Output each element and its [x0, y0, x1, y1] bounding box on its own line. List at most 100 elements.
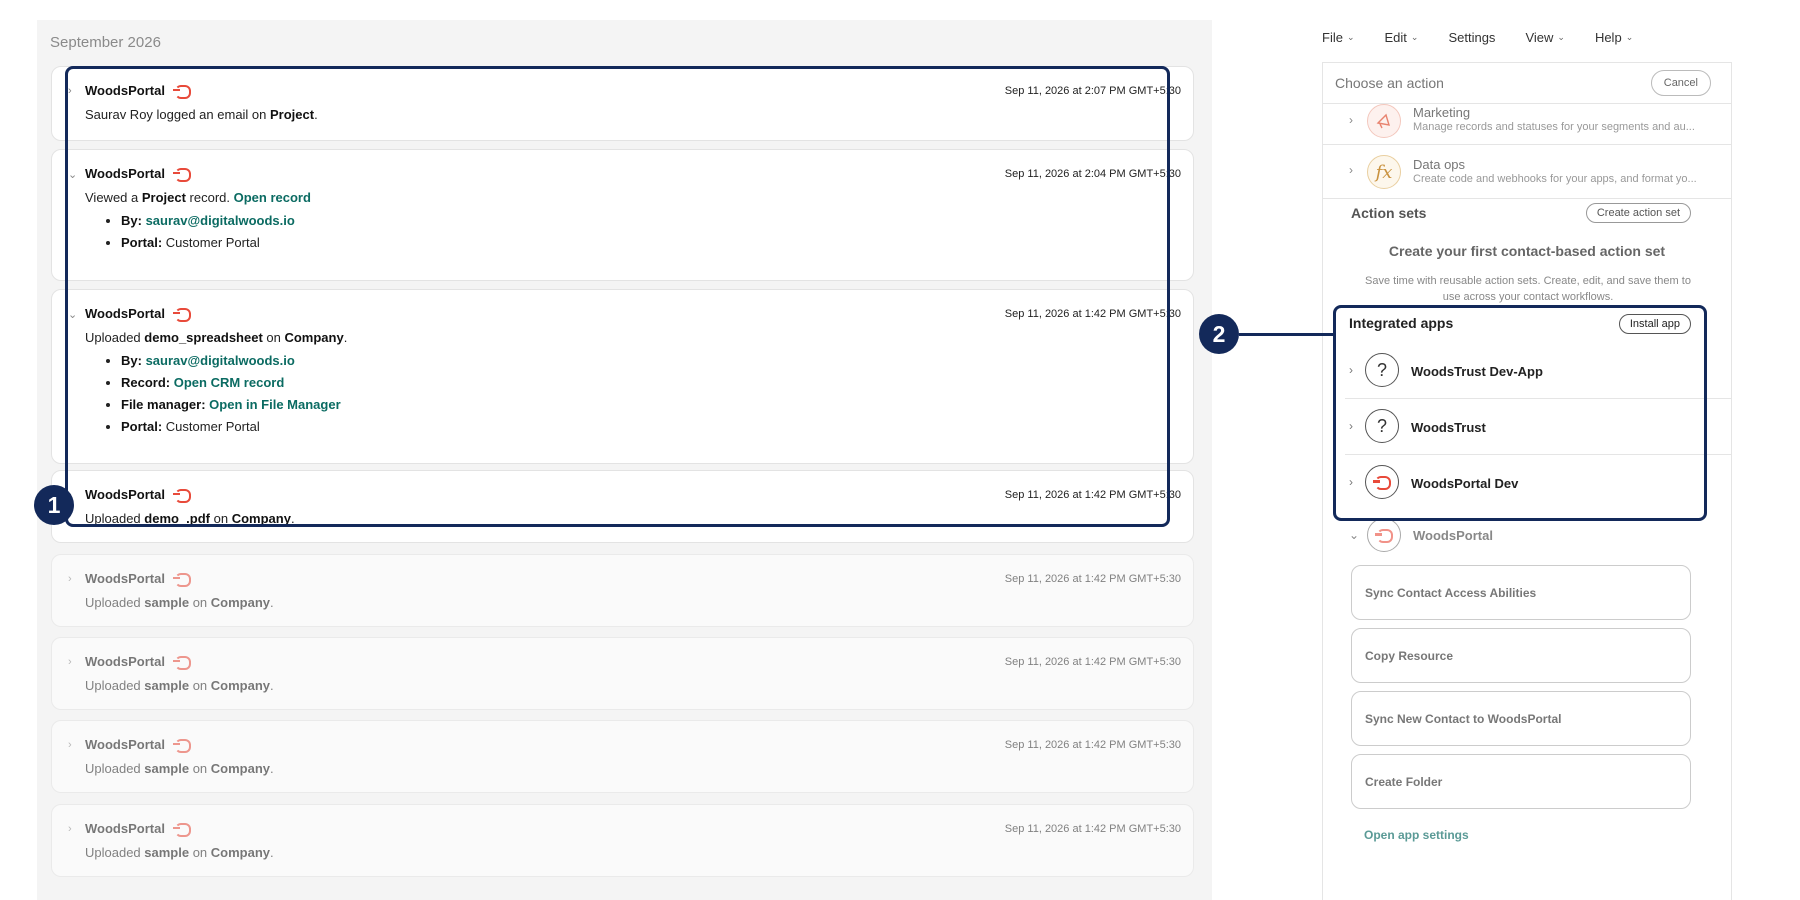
- woodsportal-icon: [172, 167, 191, 182]
- card-summary: Uploaded sample on Company.: [85, 761, 274, 776]
- empty-state-description: Save time with reusable action sets. Cre…: [1365, 275, 1691, 303]
- card-title: WoodsPortal: [85, 83, 191, 99]
- callout-badge-2: 2: [1199, 314, 1239, 354]
- activity-card[interactable]: ⌄ WoodsPortal Sep 11, 2026 at 2:04 PM GMT+…: [51, 149, 1194, 281]
- chevron-down-icon: ⌄: [1349, 528, 1360, 542]
- detail-label: By:: [121, 213, 142, 228]
- chevron-right-icon[interactable]: ›: [68, 656, 72, 668]
- summary-text: Company: [231, 511, 291, 526]
- chevron-right-icon[interactable]: ›: [68, 739, 72, 751]
- menu-file[interactable]: File ⌄: [1322, 30, 1355, 45]
- chevron-down-icon: ⌄: [1410, 32, 1419, 42]
- chevron-right-icon: ›: [1349, 475, 1353, 489]
- detail-list: By: saurav@digitalwoods.io Portal: Custom…: [121, 213, 311, 250]
- woodsportal-icon: [172, 822, 191, 837]
- detail-label: Record:: [121, 375, 171, 390]
- open-record-link[interactable]: Open record: [234, 190, 311, 205]
- question-icon: ?: [1365, 409, 1399, 443]
- detail-label: Portal:: [121, 419, 163, 434]
- action-label: Copy Resource: [1365, 649, 1454, 663]
- summary-text: Uploaded: [85, 845, 145, 860]
- integrated-app-row[interactable]: ›? WoodsTrust: [1345, 399, 1731, 455]
- chevron-down-icon: ⌄: [1346, 32, 1355, 42]
- choose-action-title: Choose an action: [1335, 75, 1444, 91]
- open-app-settings-link[interactable]: Open app settings: [1364, 828, 1469, 842]
- menu-edit[interactable]: Edit ⌄: [1385, 30, 1419, 45]
- chevron-right-icon[interactable]: ›: [68, 85, 72, 97]
- summary-text: Company: [210, 678, 271, 693]
- chevron-right-icon[interactable]: ›: [68, 573, 72, 585]
- category-description: Create code and webhooks for your apps, …: [1413, 173, 1697, 185]
- card-body: Uploaded sample on Company.: [85, 761, 274, 776]
- summary-text: on: [262, 330, 285, 345]
- card-title: WoodsPortal: [85, 821, 191, 837]
- app-name: WoodsTrust Dev-App: [1411, 364, 1543, 379]
- chevron-down-icon[interactable]: ⌄: [68, 168, 77, 181]
- woodsportal-icon: [1367, 518, 1401, 552]
- summary-text: sample: [144, 678, 190, 693]
- menu-view[interactable]: View ⌄: [1525, 30, 1565, 45]
- activity-card[interactable]: ›WoodsPortalSep 11, 2026 at 1:42 PM GMT+…: [51, 637, 1194, 710]
- card-summary: Saurav Roy logged an email on Project.: [85, 107, 318, 122]
- summary-text: sample: [144, 595, 190, 610]
- card-summary: Viewed a Project record. Open record: [85, 190, 311, 205]
- menu-help[interactable]: Help ⌄: [1595, 30, 1633, 45]
- activity-card[interactable]: ›WoodsPortalSep 11, 2026 at 1:42 PM GMT+…: [51, 554, 1194, 627]
- woodsportal-icon: [172, 572, 191, 587]
- detail-link[interactable]: Open in File Manager: [209, 397, 340, 412]
- menu-settings[interactable]: Settings: [1448, 30, 1495, 45]
- create-action-set-button[interactable]: Create action set: [1585, 203, 1691, 223]
- summary-text: .: [270, 595, 274, 610]
- card-summary: Uploaded demo_spreadsheet on Company.: [85, 330, 347, 345]
- woodsportal-icon: [172, 307, 191, 322]
- detail-item: Record: Open CRM record: [121, 375, 347, 390]
- summary-text: on: [189, 845, 211, 860]
- woodsportal-icon: [172, 84, 191, 99]
- card-summary: Uploaded sample on Company.: [85, 845, 274, 860]
- detail-label: Portal:: [121, 235, 163, 250]
- activity-card[interactable]: ⌄ WoodsPortal Sep 11, 2026 at 1:42 PM GMT+…: [51, 289, 1194, 464]
- activity-card[interactable]: › WoodsPortal Sep 11, 2026 at 1:42 PM GMT+…: [51, 804, 1194, 877]
- card-timestamp: Sep 11, 2026 at 1:42 PM GMT+5:30: [1004, 823, 1181, 835]
- detail-value: Customer Portal: [165, 419, 260, 434]
- chevron-right-icon[interactable]: ›: [68, 823, 72, 835]
- action-option[interactable]: Create Folder: [1351, 754, 1691, 809]
- chevron-right-icon: ›: [1349, 363, 1353, 377]
- card-body: Saurav Roy logged an email on Project.: [85, 107, 318, 122]
- detail-link[interactable]: Open CRM record: [174, 375, 285, 390]
- app-woodsportal-expanded[interactable]: ⌄ WoodsPortal: [1323, 518, 1731, 554]
- detail-value: Customer Portal: [165, 235, 260, 250]
- app-name: WoodsPortal: [1413, 528, 1493, 543]
- action-chooser-panel: Choose an action Cancel › Marketing Mana…: [1322, 62, 1732, 900]
- action-option[interactable]: Sync Contact Access Abilities: [1351, 565, 1691, 620]
- app-name: WoodsTrust: [1411, 420, 1486, 435]
- integrated-app-row[interactable]: ›? WoodsTrust Dev-App: [1345, 343, 1731, 399]
- detail-link[interactable]: saurav@digitalwoods.io: [146, 213, 295, 228]
- summary-text: record.: [185, 190, 234, 205]
- category-data-ops[interactable]: › fx Data ops Create code and webhooks f…: [1323, 145, 1731, 199]
- detail-item: Portal: Customer Portal: [121, 235, 311, 250]
- summary-text: Uploaded: [85, 511, 145, 526]
- menu-bar: File ⌄ Edit ⌄ Settings View ⌄ Help ⌄: [1322, 30, 1633, 45]
- card-body: Uploaded sample on Company.: [85, 845, 274, 860]
- chevron-down-icon[interactable]: ⌄: [68, 308, 77, 321]
- detail-link[interactable]: saurav@digitalwoods.io: [146, 353, 295, 368]
- summary-text: Company: [284, 330, 344, 345]
- card-title: WoodsPortal: [85, 487, 191, 503]
- action-option[interactable]: Copy Resource: [1351, 628, 1691, 683]
- card-title: WoodsPortal: [85, 737, 191, 753]
- cancel-button[interactable]: Cancel: [1650, 70, 1711, 96]
- install-app-button[interactable]: Install app: [1618, 314, 1691, 334]
- activity-card[interactable]: ›WoodsPortalSep 11, 2026 at 1:42 PM GMT+…: [51, 470, 1194, 543]
- summary-text: Uploaded: [85, 595, 145, 610]
- activity-card[interactable]: ›WoodsPortalSep 11, 2026 at 1:42 PM GMT+…: [51, 720, 1194, 793]
- action-label: Sync Contact Access Abilities: [1365, 586, 1537, 600]
- integrated-app-row[interactable]: › WoodsPortal Dev: [1345, 455, 1731, 511]
- summary-text: Uploaded: [85, 330, 145, 345]
- summary-text: .: [343, 330, 348, 345]
- card-title: WoodsPortal: [85, 166, 191, 182]
- action-option[interactable]: Sync New Contact to WoodsPortal: [1351, 691, 1691, 746]
- detail-label: By:: [121, 353, 142, 368]
- activity-card[interactable]: › WoodsPortal Sep 11, 2026 at 2:07 PM GMT+…: [51, 66, 1194, 141]
- category-marketing[interactable]: › Marketing Manage records and statuses …: [1323, 103, 1731, 145]
